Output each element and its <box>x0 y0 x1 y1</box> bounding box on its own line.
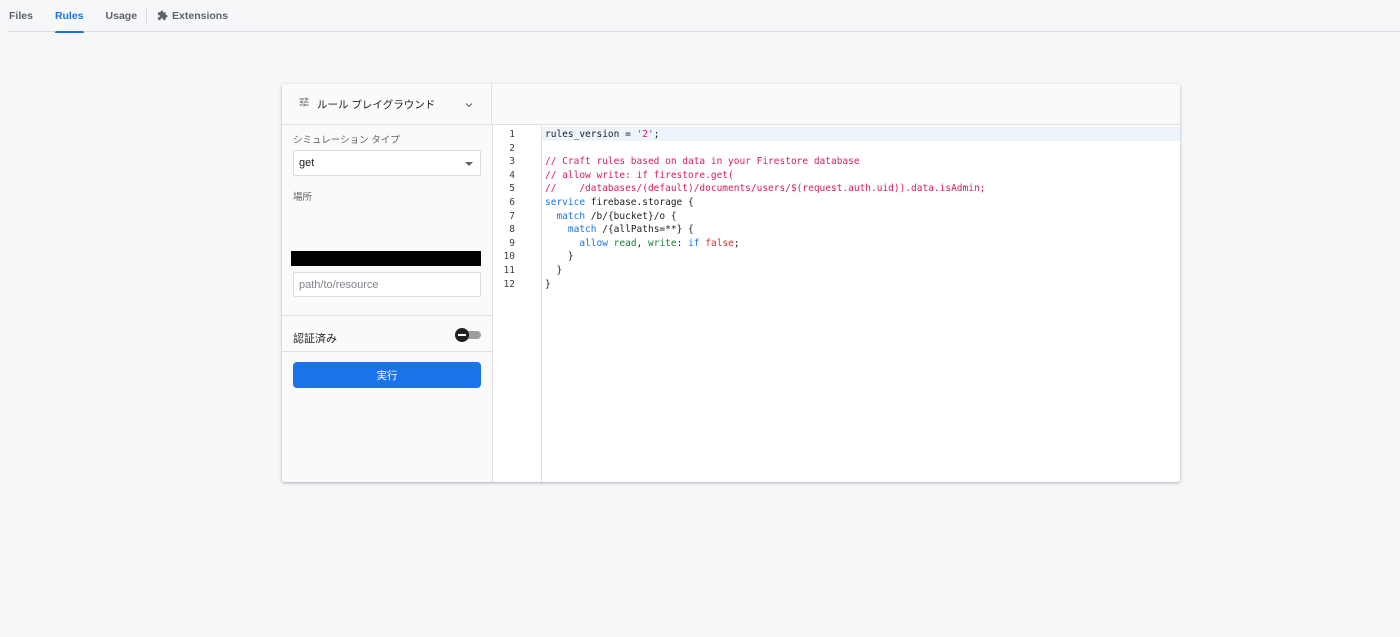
tab-rules[interactable]: Rules <box>54 0 84 33</box>
code-line: match /{allPaths=**} { <box>567 224 694 236</box>
line-number: 3 <box>509 156 515 168</box>
tab-extensions[interactable]: Extensions <box>157 0 228 32</box>
code-line: // allow write: if firestore.get( <box>545 169 734 181</box>
panel-header: ルール プレイグラウンド <box>282 84 1180 125</box>
line-number: 2 <box>509 142 515 154</box>
simulation-type-select[interactable]: get <box>293 150 481 176</box>
location-label: 場所 <box>293 192 313 203</box>
playground-sidebar: シミュレーション タイプ get 場所 認証済み 実行 <box>282 125 493 482</box>
line-number: 8 <box>509 224 515 236</box>
line-number: 1 <box>509 129 515 140</box>
resource-path-input[interactable] <box>293 272 481 297</box>
top-tab-bar: Files Rules Usage Extensions <box>8 0 1400 33</box>
divider <box>282 351 492 352</box>
dropdown-caret-icon <box>465 162 473 166</box>
line-number: 12 <box>503 278 515 290</box>
tab-usage[interactable]: Usage <box>106 0 138 32</box>
tab-divider <box>146 7 148 24</box>
rules-code-editor[interactable]: 1 2 3 4 5 6 7 8 9 10 11 12 rules_version… <box>493 125 1180 482</box>
authenticated-label: 認証済み <box>293 333 337 345</box>
authenticated-toggle[interactable] <box>454 328 482 342</box>
playground-header[interactable]: ルール プレイグラウンド <box>282 84 492 124</box>
code-line: // Craft rules based on data in your Fir… <box>545 156 860 168</box>
line-number: 11 <box>503 265 515 276</box>
line-number: 4 <box>509 169 515 181</box>
redacted-bucket-path <box>291 251 481 266</box>
tune-icon <box>298 95 310 113</box>
divider <box>282 315 492 316</box>
run-button[interactable]: 実行 <box>293 362 481 388</box>
playground-title: ルール プレイグラウンド <box>317 98 436 111</box>
extension-puzzle-icon <box>157 10 168 21</box>
line-number: 7 <box>509 210 515 222</box>
toggle-knob <box>455 328 469 342</box>
tab-files[interactable]: Files <box>9 0 33 32</box>
line-number: 9 <box>509 237 515 249</box>
code-line: allow read, write: if false; <box>579 237 740 249</box>
line-number: 5 <box>509 183 515 195</box>
line-number: 6 <box>509 197 515 208</box>
code-line: rules_version = '2'; <box>545 129 660 140</box>
code-line: service firebase.storage { <box>545 197 694 208</box>
simulation-type-value: get <box>299 157 315 169</box>
code-line: match /b/{bucket}/o { <box>556 210 677 222</box>
simulation-type-label: シミュレーション タイプ <box>293 135 400 146</box>
code-line: // /databases/(default)/documents/users/… <box>545 183 986 195</box>
chevron-down-icon[interactable] <box>463 98 475 116</box>
rules-playground-panel: ルール プレイグラウンド シミュレーション タイプ get 場所 認証済み 実行… <box>282 84 1180 482</box>
code-line: } <box>545 278 551 290</box>
code-line: } <box>545 251 574 263</box>
line-number: 10 <box>503 251 515 263</box>
code-line: } <box>545 265 563 276</box>
